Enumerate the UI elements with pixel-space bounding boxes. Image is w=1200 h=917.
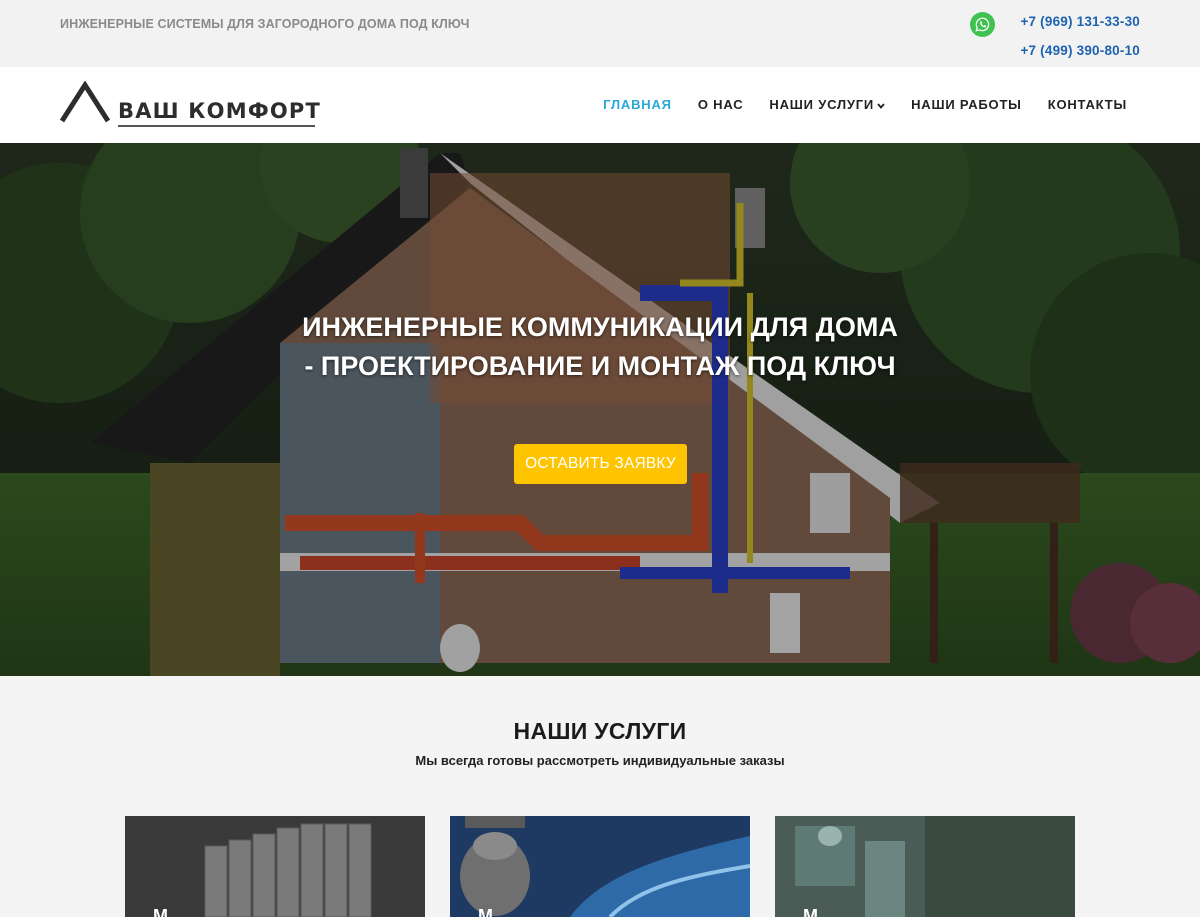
hero-title: ИНЖЕНЕРНЫЕ КОММУНИКАЦИИ ДЛЯ ДОМА - ПРОЕК… [302,312,898,381]
site-logo[interactable]: ВАШ КОМФОРТ [60,81,320,131]
hero-overlay [0,143,1200,676]
nav-item-services-label: НАШИ УСЛУГИ [769,97,875,112]
phone-block: +7 (969) 131-33-30 +7 (499) 390-80-10 [970,12,1140,62]
service-card-title: М [803,906,818,917]
service-card-sewage[interactable]: М [775,816,1075,917]
nav-item-services[interactable]: НАШИ УСЛУГИ [769,97,885,112]
service-card-title: М [478,906,493,917]
services-subheading: Мы всегда готовы рассмотреть индивидуаль… [415,753,785,768]
logo-text: ВАШ КОМФОРТ [118,99,322,123]
chevron-down-icon [877,97,885,112]
phone-link-1[interactable]: +7 (969) 131-33-30 [1020,14,1140,29]
logo-roof-icon [60,81,111,123]
services-heading: НАШИ УСЛУГИ [513,718,687,744]
logo-underline [118,125,315,127]
hero-banner: ИНЖЕНЕРНЫЕ КОММУНИКАЦИИ ДЛЯ ДОМА - ПРОЕК… [0,143,1200,676]
nav-item-home[interactable]: ГЛАВНАЯ [603,97,672,112]
whatsapp-icon[interactable] [970,12,995,37]
service-card-title: М [153,906,168,917]
top-bar: ИНЖЕНЕРНЫЕ СИСТЕМЫ ДЛЯ ЗАГОРОДНОГО ДОМА … [0,0,1200,67]
radiator-image [125,816,425,917]
nav-item-contacts[interactable]: КОНТАКТЫ [1048,97,1127,112]
nav-item-works[interactable]: НАШИ РАБОТЫ [911,97,1022,112]
main-nav: ГЛАВНАЯ О НАС НАШИ УСЛУГИ НАШИ РАБОТЫ КО… [577,97,1127,112]
request-button[interactable]: ОСТАВИТЬ ЗАЯВКУ [514,444,687,484]
sewage-image [775,816,1075,917]
services-section: НАШИ УСЛУГИ Мы всегда готовы рассмотреть… [0,676,1200,917]
service-card-water[interactable]: М [450,816,750,917]
service-card-heating[interactable]: М [125,816,425,917]
water-pump-image [450,816,750,917]
site-tagline: ИНЖЕНЕРНЫЕ СИСТЕМЫ ДЛЯ ЗАГОРОДНОГО ДОМА … [60,17,470,31]
nav-item-about[interactable]: О НАС [698,97,744,112]
site-header: ВАШ КОМФОРТ ГЛАВНАЯ О НАС НАШИ УСЛУГИ НА… [0,67,1200,143]
phone-link-2[interactable]: +7 (499) 390-80-10 [1020,43,1140,58]
